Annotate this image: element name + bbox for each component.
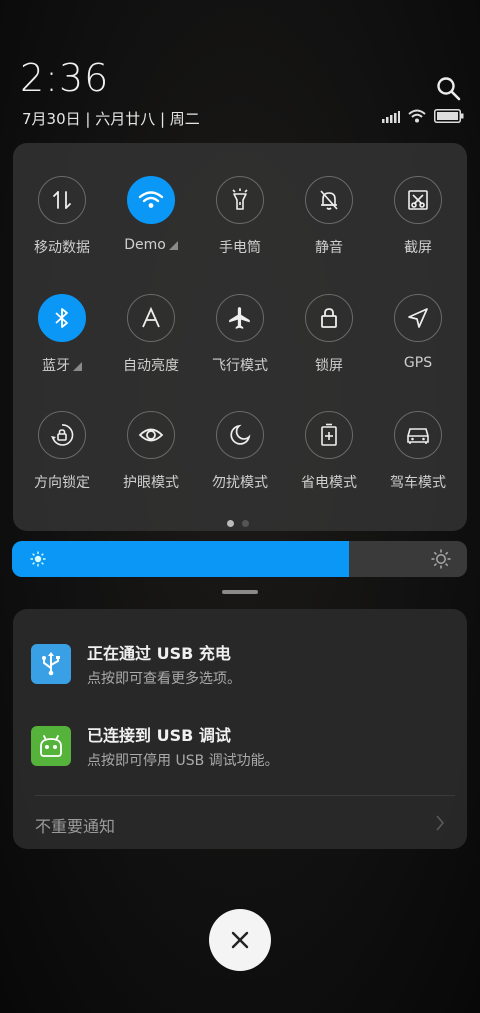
mute-bell-icon (305, 176, 353, 224)
notification-title: 已连接到 USB 调试 (87, 726, 231, 745)
toggle-mute-bell[interactable]: 静音 (284, 176, 374, 257)
brightness-slider[interactable] (12, 541, 467, 577)
notification-usb-debugging[interactable]: 已连接到 USB 调试 点按即可停用 USB 调试功能。 (31, 722, 451, 772)
brightness-fill (12, 541, 349, 577)
toggle-label: 手电筒 (219, 240, 261, 256)
toggle-gps[interactable]: GPS (373, 294, 463, 371)
notification-usb-charging[interactable]: 正在通过 USB 充电 点按即可查看更多选项。 (31, 640, 451, 690)
close-button[interactable] (209, 909, 271, 971)
page-dot-2 (242, 520, 249, 527)
gps-icon (394, 294, 442, 342)
toggle-screenshot[interactable]: 截屏 (373, 176, 463, 257)
page-dot-1 (227, 520, 234, 527)
date-line: 7月30日 | 六月廿八 | 周二 (22, 110, 200, 128)
status-bar-icons (382, 108, 464, 127)
notification-body: 点按即可查看更多选项。 (87, 671, 241, 687)
toggle-bluetooth[interactable]: 蓝牙 (17, 294, 107, 375)
toggle-mobile-data[interactable]: 移动数据 (17, 176, 107, 257)
expand-triangle-icon[interactable] (73, 362, 82, 371)
toggle-auto-brightness[interactable]: 自动亮度 (106, 294, 196, 375)
toggle-label: 蓝牙 (42, 358, 70, 374)
divider (35, 795, 455, 796)
toggle-label: 锁屏 (315, 358, 343, 374)
toggle-lock[interactable]: 锁屏 (284, 294, 374, 375)
airplane-icon (216, 294, 264, 342)
usb-icon (31, 644, 71, 684)
drag-handle[interactable] (222, 590, 258, 594)
toggle-battery-saver[interactable]: 省电模式 (284, 411, 374, 492)
moon-icon (216, 411, 264, 459)
notification-panel: 正在通过 USB 充电 点按即可查看更多选项。 已连接到 USB 调试 点按即可… (13, 609, 467, 849)
wifi-status-icon (408, 108, 426, 127)
unimportant-notifications-link[interactable]: 不重要通知 (35, 813, 115, 837)
toggle-eye[interactable]: 护眼模式 (106, 411, 196, 492)
toggle-label: 截屏 (404, 240, 432, 256)
toggle-label: 勿扰模式 (212, 475, 268, 491)
battery-icon (434, 108, 464, 127)
toggle-label: 省电模式 (301, 475, 357, 491)
toggle-label: 飞行模式 (212, 358, 268, 374)
toggle-label: 自动亮度 (123, 358, 179, 374)
toggle-label: Demo (124, 237, 166, 253)
toggle-label: 静音 (315, 240, 343, 256)
toggle-label: 护眼模式 (123, 475, 179, 491)
wifi-icon (127, 176, 175, 224)
search-icon[interactable] (436, 76, 462, 102)
brightness-high-icon (431, 549, 451, 573)
notification-title: 正在通过 USB 充电 (87, 644, 231, 663)
close-icon (231, 931, 249, 949)
mobile-data-icon (38, 176, 86, 224)
battery-saver-icon (305, 411, 353, 459)
screenshot-icon (394, 176, 442, 224)
toggle-flashlight[interactable]: 手电筒 (195, 176, 285, 257)
chevron-right-icon (435, 815, 445, 835)
toggle-wifi[interactable]: Demo (106, 176, 196, 253)
toggle-car[interactable]: 驾车模式 (373, 411, 463, 492)
signal-icon (382, 108, 400, 127)
clock: 2:36 (20, 56, 110, 100)
quick-settings-panel: 移动数据 Demo 手电筒 静音 截屏蓝牙 自动亮度 飞行模式 锁屏 GPS 方向锁定 护眼模式 勿扰… (13, 143, 467, 531)
toggle-label: 移动数据 (34, 240, 90, 256)
android-icon (31, 726, 71, 766)
toggle-label: GPS (403, 355, 433, 371)
rotation-lock-icon (38, 411, 86, 459)
toggle-label: 方向锁定 (34, 475, 90, 491)
expand-triangle-icon[interactable] (168, 241, 178, 250)
page-indicator (227, 520, 249, 527)
notification-body: 点按即可停用 USB 调试功能。 (87, 753, 279, 769)
toggle-rotation-lock[interactable]: 方向锁定 (17, 411, 107, 492)
toggle-label: 驾车模式 (390, 475, 446, 491)
brightness-low-icon (30, 551, 46, 571)
bluetooth-icon (38, 294, 86, 342)
car-icon (394, 411, 442, 459)
toggle-airplane[interactable]: 飞行模式 (195, 294, 285, 375)
eye-icon (127, 411, 175, 459)
flashlight-icon (216, 176, 264, 224)
auto-brightness-icon (127, 294, 175, 342)
toggle-moon[interactable]: 勿扰模式 (195, 411, 285, 492)
lock-icon (305, 294, 353, 342)
